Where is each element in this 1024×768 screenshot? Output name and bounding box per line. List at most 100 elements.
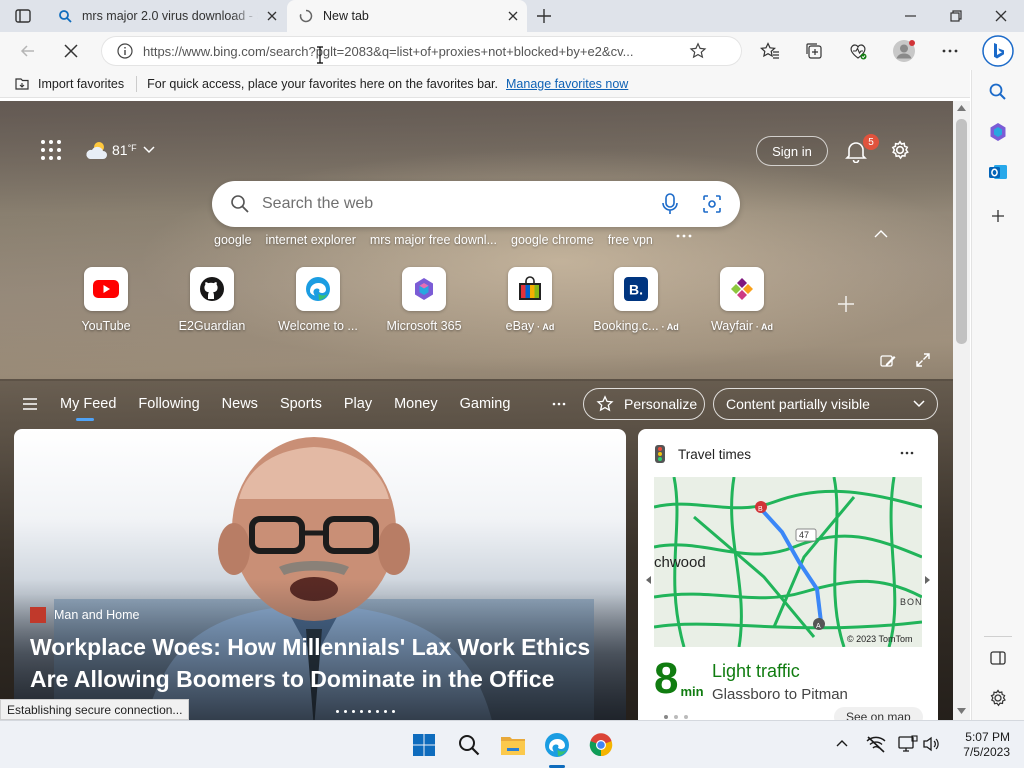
close-window-button[interactable]: [986, 8, 1016, 24]
tab-new-tab[interactable]: New tab: [287, 0, 527, 32]
carousel-dots[interactable]: [336, 710, 395, 713]
more-suggestions-icon[interactable]: [675, 233, 693, 247]
page-scrollbar[interactable]: [953, 101, 970, 720]
file-explorer-icon[interactable]: [497, 729, 529, 761]
voice-search-mic-icon[interactable]: [662, 193, 678, 215]
display-icon[interactable]: [898, 735, 918, 753]
tile-label: Booking.c...: [593, 319, 659, 333]
ad-label: · Ad: [755, 322, 774, 332]
quick-link-ebay[interactable]: eBay · Ad: [480, 267, 580, 333]
more-tabs-icon[interactable]: [552, 402, 566, 406]
sidebar-toggle-icon[interactable]: [988, 648, 1008, 668]
suggestion-item[interactable]: google: [214, 233, 252, 247]
minimize-button[interactable]: [896, 8, 926, 24]
article-source: Man and Home: [30, 607, 139, 623]
back-button[interactable]: [13, 36, 43, 66]
personalize-label: Personalize: [624, 396, 698, 412]
traffic-map[interactable]: B A 47 chwood BON © 2023 TomTom: [654, 477, 922, 647]
tab-play[interactable]: Play: [344, 396, 372, 412]
url-text[interactable]: https://www.bing.com/search?pglt=2083&q=…: [143, 44, 683, 59]
page-settings-gear-icon[interactable]: [889, 139, 911, 161]
quick-link-e2guardian[interactable]: E2Guardian: [162, 267, 262, 333]
search-input[interactable]: Search the web: [262, 195, 662, 213]
expand-icon[interactable]: [915, 352, 931, 368]
quick-link-booking[interactable]: B. Booking.c... · Ad: [586, 267, 686, 333]
tab-news[interactable]: News: [222, 396, 258, 412]
apps-launcher-icon[interactable]: [40, 139, 62, 161]
road-number: 47: [799, 530, 810, 540]
web-search-box[interactable]: Search the web: [212, 181, 740, 227]
travel-header: Travel times: [654, 445, 751, 463]
settings-more-button[interactable]: [935, 36, 965, 66]
address-bar[interactable]: https://www.bing.com/search?pglt=2083&q=…: [101, 36, 742, 66]
article-card[interactable]: Man and Home Workplace Woes: How Millenn…: [14, 429, 626, 720]
tab-my-feed[interactable]: My Feed: [60, 396, 116, 421]
browser-essentials-button[interactable]: [843, 36, 873, 66]
svg-text:A: A: [816, 623, 821, 630]
toolbar: https://www.bing.com/search?pglt=2083&q=…: [0, 32, 1024, 70]
quick-link-wayfair[interactable]: Wayfair · Ad: [692, 267, 792, 333]
suggestion-item[interactable]: mrs major free downl...: [370, 233, 497, 247]
map-next-arrow-icon[interactable]: [924, 575, 932, 585]
tab-money[interactable]: Money: [394, 396, 438, 412]
suggestion-item[interactable]: google chrome: [511, 233, 594, 247]
bing-chat-button[interactable]: [981, 34, 1015, 68]
microsoft-365-icon[interactable]: [988, 122, 1008, 142]
suggestion-item[interactable]: internet explorer: [266, 233, 356, 247]
taskbar-search-icon[interactable]: [453, 729, 485, 761]
add-quick-link-icon[interactable]: [836, 294, 856, 314]
collapse-chevron-up-icon[interactable]: [874, 229, 888, 239]
see-on-map-button[interactable]: See on map: [834, 707, 923, 720]
tab-title: New tab: [323, 9, 369, 23]
add-sidebar-app-icon[interactable]: [988, 206, 1008, 226]
site-info-icon[interactable]: [117, 43, 133, 59]
edit-background-icon[interactable]: [880, 352, 896, 368]
card-more-options-icon[interactable]: [900, 451, 914, 455]
chrome-icon[interactable]: [585, 729, 617, 761]
volume-icon[interactable]: [922, 735, 940, 753]
scrollbar-thumb[interactable]: [956, 119, 967, 344]
import-favorites-icon[interactable]: [14, 76, 30, 92]
tab-following[interactable]: Following: [138, 396, 199, 412]
show-hidden-icons-chevron-icon[interactable]: [836, 739, 848, 747]
sign-in-button[interactable]: Sign in: [756, 136, 828, 166]
tab-gaming[interactable]: Gaming: [460, 396, 511, 412]
travel-times-card: Travel times B A 47 chwood BON © 2023 To…: [638, 429, 938, 720]
start-windows-icon[interactable]: [408, 729, 440, 761]
tab-sports[interactable]: Sports: [280, 396, 322, 412]
favorites-button[interactable]: [755, 36, 785, 66]
add-favorite-star-icon[interactable]: [689, 42, 707, 60]
network-disconnected-icon[interactable]: [866, 735, 886, 753]
tile-label: E2Guardian: [178, 319, 246, 333]
outlook-icon[interactable]: [988, 162, 1008, 182]
close-tab-icon[interactable]: [258, 2, 286, 30]
weather-widget[interactable]: 81 °F: [84, 139, 155, 161]
visual-search-icon[interactable]: [702, 194, 722, 214]
collections-button[interactable]: [799, 36, 829, 66]
personalize-button[interactable]: Personalize: [583, 388, 705, 420]
content-visibility-dropdown[interactable]: Content partially visible: [713, 388, 938, 420]
sidebar-search-icon[interactable]: [988, 82, 1008, 102]
quick-link-welcome[interactable]: Welcome to ...: [268, 267, 368, 333]
tile-label: eBay: [505, 319, 535, 333]
new-tab-button[interactable]: [534, 6, 554, 26]
map-prev-arrow-icon[interactable]: [644, 575, 652, 585]
quick-link-microsoft-365[interactable]: Microsoft 365: [374, 267, 474, 333]
taskbar-edge-icon[interactable]: [541, 729, 573, 768]
article-headline[interactable]: Workplace Woes: How Millennials' Lax Wor…: [30, 631, 620, 695]
tab-actions-icon[interactable]: [14, 7, 32, 25]
close-tab-icon[interactable]: [499, 2, 527, 30]
manage-favorites-link[interactable]: Manage favorites now: [506, 77, 628, 91]
suggestion-item[interactable]: free vpn: [608, 233, 653, 247]
tab-search[interactable]: mrs major 2.0 virus download - S: [48, 0, 286, 32]
stop-loading-button[interactable]: [56, 36, 86, 66]
import-favorites-button[interactable]: Import favorites: [38, 77, 124, 91]
profile-avatar[interactable]: [889, 36, 919, 66]
hamburger-menu-icon[interactable]: [22, 397, 38, 411]
tile-label: Microsoft 365: [386, 319, 462, 333]
card-pager-dots[interactable]: [664, 715, 688, 719]
clock[interactable]: 5:07 PM 7/5/2023: [948, 730, 1010, 760]
quick-link-youtube[interactable]: YouTube: [56, 267, 156, 333]
sidebar-settings-gear-icon[interactable]: [988, 688, 1008, 708]
restore-button[interactable]: [941, 8, 971, 24]
